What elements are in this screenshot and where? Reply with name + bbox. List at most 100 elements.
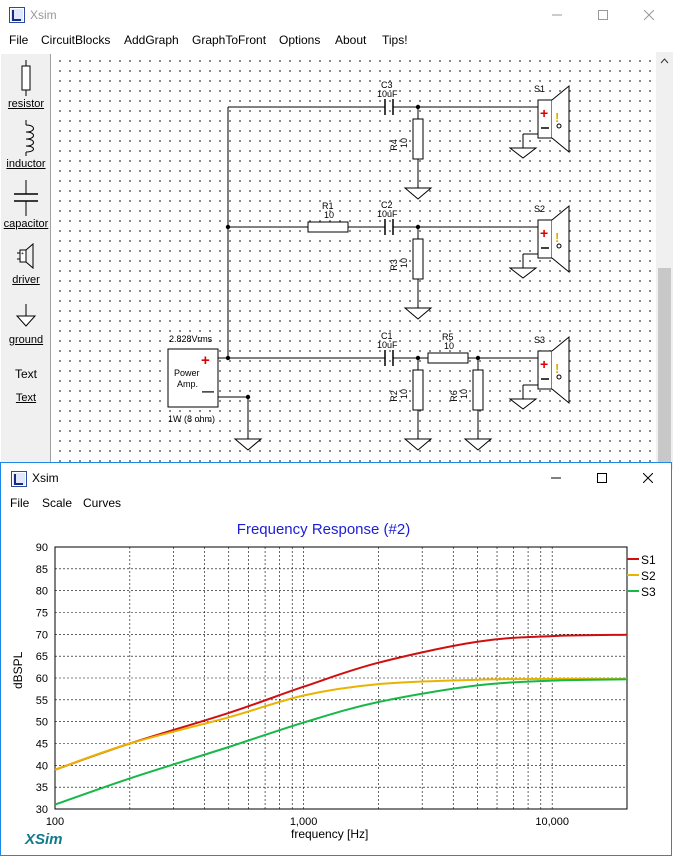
driver-icon: + — [17, 242, 34, 270]
graph-close-button[interactable] — [625, 463, 671, 493]
scrollbar-thumb[interactable] — [658, 268, 671, 470]
amp-label-line2: Amp. — [177, 379, 199, 389]
maximize-icon — [597, 473, 607, 483]
series-line-s1 — [54, 633, 628, 771]
speaker-s3-label: S3 — [534, 335, 546, 345]
tool-resistor[interactable]: resistor — [1, 58, 51, 110]
capacitor-icon — [14, 180, 38, 216]
x-tick-label: 10,000 — [535, 816, 569, 828]
y-tick-label: 45 — [36, 739, 48, 751]
resistor-icon — [21, 60, 31, 96]
maximize-button[interactable] — [580, 0, 626, 30]
graph-window: Xsim File Scale Curves Frequency Respons… — [0, 462, 672, 856]
x-axis-title: frequency [Hz] — [291, 827, 369, 841]
tool-inductor[interactable]: inductor — [1, 118, 51, 170]
c1-value: 10uF — [377, 340, 398, 350]
text-icon: Text — [14, 367, 37, 381]
svg-text:+: + — [21, 251, 24, 257]
tool-capacitor[interactable]: capacitor — [1, 178, 51, 230]
r3-name: R3 — [388, 259, 399, 271]
tool-driver[interactable]: + driver — [1, 242, 51, 286]
speaker-s1-label: S1 — [534, 84, 546, 94]
scroll-up-icon[interactable] — [656, 54, 673, 68]
graph-title-bar: Xsim — [1, 463, 671, 493]
tool-label-driver: driver — [12, 274, 40, 286]
tool-label-ground: ground — [8, 334, 44, 346]
graph-window-title: Xsim — [32, 471, 59, 485]
chart-title: Frequency Response (#2) — [236, 521, 411, 538]
graph-menu-scale[interactable]: Scale — [42, 496, 72, 510]
amp-load: 1W (8 ohm) — [168, 414, 216, 424]
xsim-logo: XSim — [25, 831, 63, 848]
y-axis-title: dBSPL — [11, 651, 25, 689]
minimize-icon — [552, 14, 562, 16]
frequency-response-chart[interactable]: 30354045505560657075808590100 1,000 10,000… — [1, 539, 671, 839]
vertical-scrollbar[interactable] — [656, 52, 673, 470]
tool-label-inductor: inductor — [6, 158, 46, 170]
graph-app-icon — [11, 471, 27, 487]
speaker-s2-label: S2 — [534, 204, 546, 214]
series-line-s3 — [54, 678, 628, 806]
y-tick-label: 40 — [36, 760, 48, 772]
menu-tips[interactable]: Tips! — [382, 33, 408, 47]
x-tick-label: 100 — [46, 816, 64, 828]
graph-menu-bar: File Scale Curves — [1, 493, 671, 515]
series-line-s2 — [54, 677, 628, 771]
r4-name: R4 — [388, 139, 399, 151]
r4-value: 10 — [399, 137, 410, 149]
y-tick-label: 55 — [36, 695, 48, 707]
y-tick-label: 50 — [36, 717, 48, 729]
tool-label-text: Text — [15, 392, 37, 404]
graph-maximize-button[interactable] — [579, 463, 625, 493]
r3-value: 10 — [399, 257, 410, 269]
graph-menu-curves[interactable]: Curves — [83, 496, 121, 510]
tool-ground[interactable]: ground — [1, 302, 51, 346]
menu-options[interactable]: Options — [279, 33, 320, 47]
y-tick-label: 60 — [36, 673, 48, 685]
menu-graphtofront[interactable]: GraphToFront — [192, 33, 266, 47]
graph-minimize-button[interactable] — [533, 463, 579, 493]
window-title: Xsim — [30, 8, 57, 22]
amp-voltage: 2.828Vrms — [169, 334, 213, 344]
amp-plus: + — [201, 352, 210, 369]
r6-value: 10 — [459, 388, 470, 400]
y-tick-label: 70 — [36, 629, 48, 641]
r1-value: 10 — [324, 210, 335, 220]
close-icon — [644, 10, 654, 20]
minimize-button[interactable] — [534, 0, 580, 30]
schematic-canvas[interactable]: + ! + ! + ! C3 10uF R4 10 R1 10 C2 10uF … — [53, 52, 656, 470]
amp-label-line1: Power — [174, 368, 200, 378]
c2-value: 10uF — [377, 209, 398, 219]
tool-label-resistor: resistor — [7, 98, 45, 110]
close-button[interactable] — [626, 0, 672, 30]
r2-name: R2 — [388, 390, 399, 402]
legend-label-s2: S2 — [641, 569, 656, 583]
graph-menu-file[interactable]: File — [10, 496, 29, 510]
close-icon — [643, 473, 653, 483]
menu-file[interactable]: File — [9, 33, 28, 47]
y-tick-label: 80 — [36, 586, 48, 598]
r5-value: 10 — [444, 341, 455, 351]
menu-about[interactable]: About — [335, 33, 366, 47]
ground-icon — [15, 304, 37, 327]
maximize-icon — [598, 10, 608, 20]
y-tick-label: 65 — [36, 651, 48, 663]
menu-bar: File CircuitBlocks AddGraph GraphToFront… — [0, 30, 674, 52]
y-tick-label: 75 — [36, 608, 48, 620]
plot-panel: Frequency Response (#2) 30 35 40 45 50 55 60 65… — [1, 515, 671, 855]
legend-label-s1: S1 — [641, 553, 656, 567]
menu-circuitblocks[interactable]: CircuitBlocks — [41, 33, 110, 47]
app-icon — [9, 7, 25, 23]
y-tick-label: 35 — [36, 782, 48, 794]
amp-minus: — — [202, 384, 214, 398]
legend-label-s3: S3 — [641, 585, 656, 599]
tool-label-capacitor: capacitor — [3, 218, 49, 230]
c3-value: 10uF — [377, 89, 398, 99]
component-toolbox: resistor inductor capacitor + driver gro… — [1, 54, 51, 470]
tool-text[interactable]: Text Text — [1, 366, 51, 404]
menu-addgraph[interactable]: AddGraph — [124, 33, 179, 47]
title-bar: Xsim — [0, 0, 674, 30]
main-window: Xsim File CircuitBlocks AddGraph GraphTo… — [0, 0, 674, 470]
y-tick-label: 90 — [36, 542, 48, 554]
y-tick-label: 85 — [36, 564, 48, 576]
